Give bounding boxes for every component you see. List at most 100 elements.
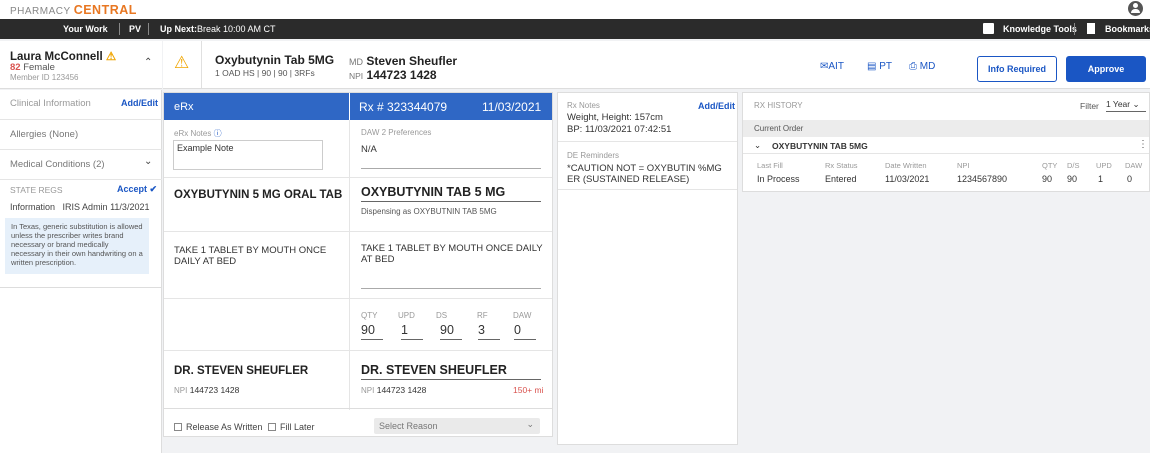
fill-later-checkbox[interactable]: Fill Later: [268, 422, 315, 432]
drug-dispensed: OXYBUTYNIN TAB 5 MG: [361, 185, 506, 199]
medical-conditions-row[interactable]: Medical Conditions (2) ⌄: [0, 151, 162, 180]
up-next-label: Up Next:: [160, 24, 198, 34]
clinical-info-row: Clinical Information Add/Edit: [0, 90, 162, 120]
drug-section: OXYBUTYNIN 5 MG ORAL TAB OXYBUTYNIN TAB …: [164, 178, 552, 232]
info-icon: ⓘ: [213, 129, 222, 138]
chevron-down-icon: ⌄: [1132, 99, 1140, 109]
col-last-fill: Last Fill: [757, 161, 783, 170]
chevron-down-icon[interactable]: ⌄: [144, 156, 152, 167]
bookmark-icon: [1087, 23, 1095, 34]
release-as-written-checkbox[interactable]: Release As Written: [174, 422, 262, 432]
cell-date-written: 11/03/2021: [885, 174, 930, 184]
warning-icon: ⚠: [105, 51, 117, 63]
allergies-label: Allergies (None): [10, 129, 79, 140]
filter-label: Filter: [1080, 101, 1099, 111]
prescriber-dispensed: DR. STEVEN SHEUFLER: [361, 363, 507, 377]
upd-value[interactable]: 1: [401, 323, 423, 340]
cell-upd: 1: [1098, 174, 1104, 184]
patient-age: 82: [10, 62, 21, 73]
ait-link[interactable]: ✉AIT: [820, 61, 844, 72]
npi-dispensed: 144723 1428: [376, 385, 427, 395]
state-regs-note: In Texas, generic substitution is allowe…: [5, 218, 149, 274]
select-reason-dropdown[interactable]: Select Reason ⌄: [374, 418, 540, 434]
rx-notes-add-edit-link[interactable]: Add/Edit: [698, 101, 735, 111]
history-drug-row[interactable]: ⌄ OXYBUTYNIN TAB 5MG ⋮: [743, 137, 1149, 154]
sig-dispensed[interactable]: TAKE 1 TABLET BY MOUTH ONCE DAILY AT BED: [361, 243, 546, 265]
info-date: 11/3/2021: [110, 202, 150, 212]
daw-field-value[interactable]: 0: [514, 323, 536, 340]
ds-value[interactable]: 90: [440, 323, 462, 340]
bookmarks-link[interactable]: Bookmarks: [1105, 24, 1150, 34]
state-regs-label: STATE REGS: [10, 185, 63, 195]
rx-history-panel: RX HISTORY Filter 1 Year ⌄ Current Order…: [742, 92, 1150, 192]
npi-original: 144723 1428: [189, 385, 240, 395]
check-icon: ✔: [149, 184, 158, 194]
header-prescriber: Steven Sheufler: [366, 54, 458, 68]
knowledge-tools-icon: [983, 23, 994, 34]
allergies-row[interactable]: Allergies (None): [0, 121, 162, 150]
erx-header: eRx Rx # 323344079 11/03/2021: [164, 93, 552, 120]
filter-dropdown[interactable]: 1 Year ⌄: [1106, 99, 1146, 112]
erx-notes-label: eRx Notes ⓘ: [174, 129, 222, 138]
sig-original: TAKE 1 TABLET BY MOUTH ONCE DAILY AT BED: [174, 245, 327, 267]
sig-section: TAKE 1 TABLET BY MOUTH ONCE DAILY AT BED…: [164, 232, 552, 299]
more-vertical-icon[interactable]: ⋮: [1138, 139, 1148, 150]
chevron-down-icon: ⌄: [754, 140, 762, 150]
clinical-add-edit-link[interactable]: Add/Edit: [121, 98, 158, 108]
user-account-icon[interactable]: [1128, 1, 1143, 16]
chevron-down-icon: ⌄: [526, 419, 534, 429]
chevron-up-icon[interactable]: ⌃: [144, 57, 152, 68]
accept-link[interactable]: Accept ✔: [117, 184, 157, 195]
nav-your-work[interactable]: Your Work: [63, 24, 108, 34]
state-regs-section: STATE REGS Accept ✔ Information IRIS Adm…: [0, 181, 162, 288]
cell-npi: 1234567890: [957, 174, 1008, 184]
col-qty: QTY: [1042, 161, 1058, 170]
rx-notes-label: Rx Notes: [567, 101, 600, 110]
header-sig-short: 1 OAD HS | 90 | 90 | 3RFs: [215, 68, 315, 78]
info-required-button[interactable]: Info Required: [977, 56, 1057, 82]
patient-sex: Female: [23, 62, 55, 73]
npi-new-label: NPI: [361, 386, 375, 395]
col-ds: D/S: [1067, 161, 1080, 170]
nav-pv[interactable]: PV: [129, 24, 141, 34]
col-daw: DAW: [1125, 161, 1143, 170]
rf-label: RF: [477, 311, 488, 320]
member-id: Member ID 123456: [10, 73, 79, 82]
col-upd: UPD: [1096, 161, 1112, 170]
rx-header: ⚠ Oxybutynin Tab 5MG 1 OAD HS | 90 | 90 …: [163, 41, 1150, 89]
md-print-link[interactable]: ⎙ MD: [909, 61, 935, 72]
rx-history-title: RX HISTORY: [754, 101, 803, 110]
info-author: IRIS Admin: [62, 202, 108, 212]
notes-panel: Rx Notes Add/Edit Weight, Height: 157cm …: [557, 92, 738, 445]
erx-title: eRx: [174, 101, 194, 113]
knowledge-tools-link[interactable]: Knowledge Tools: [1003, 24, 1077, 34]
erx-notes-value[interactable]: Example Note: [173, 140, 323, 170]
dispensing-as: Dispensing as OXYBUTNIN TAB 5MG: [361, 207, 497, 216]
erx-panel: eRx Rx # 323344079 11/03/2021 eRx Notes …: [163, 92, 553, 437]
npi-orig-label: NPI: [174, 386, 188, 395]
history-table: Last Fill Rx Status Date Written NPI QTY…: [743, 159, 1149, 193]
clinical-info-label: Clinical Information: [10, 98, 91, 109]
rx-date: 11/03/2021: [482, 100, 542, 114]
pt-link[interactable]: ▤ PT: [867, 61, 892, 72]
daw-label: DAW 2 Preferences: [361, 128, 432, 137]
fax-icon: ▤: [867, 61, 877, 72]
cell-rx-status: Entered: [825, 174, 857, 184]
daw-field-label: DAW: [513, 311, 532, 320]
approve-button[interactable]: Approve: [1066, 56, 1146, 82]
cell-daw: 0: [1127, 174, 1133, 184]
qty-value[interactable]: 90: [361, 323, 383, 340]
distance-badge: 150+ mi: [513, 385, 544, 395]
rf-value[interactable]: 3: [478, 323, 500, 340]
up-next-value: Break 10:00 AM CT: [197, 24, 276, 34]
npi-label: NPI: [349, 71, 364, 81]
daw-value: N/A: [361, 144, 377, 155]
de-reminders-text: *CAUTION NOT = OXYBUTIN %MG ER (SUSTAINE…: [567, 163, 722, 185]
patient-card[interactable]: Laura McConnell ⚠ 82 Female Member ID 12…: [0, 41, 162, 89]
upd-label: UPD: [398, 311, 415, 320]
header-npi: 144723 1428: [366, 68, 437, 82]
header-drug-name: Oxybutynin Tab 5MG: [215, 53, 335, 67]
brand-name: CENTRAL: [73, 3, 137, 17]
de-reminders-label: DE Reminders: [567, 151, 620, 160]
quantity-section: QTY UPD DS RF DAW 90 1 90 3 0: [164, 299, 552, 351]
